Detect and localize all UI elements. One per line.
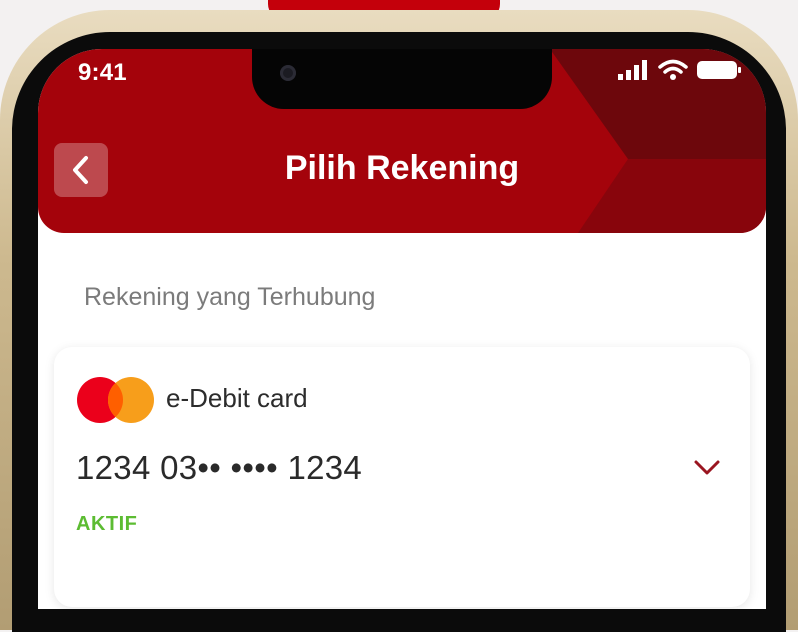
phone-notch [252,49,552,109]
wifi-icon [658,59,688,80]
status-badge: AKTIF [76,513,138,535]
section-label: Rekening yang Terhubung [84,283,376,311]
page-title: Pilih Rekening [284,149,520,187]
card-number: 1234 03•• •••• 1234 [76,449,363,486]
battery-icon [697,61,741,79]
status-time: 9:41 [78,59,127,86]
signal-icon [618,60,647,80]
account-card[interactable]: e-Debit card 1234 03•• •••• 1234 AKTIF [54,347,750,607]
camera-icon [280,65,296,81]
chevron-down-icon[interactable] [692,457,722,479]
mastercard-logo [77,377,154,423]
card-type: e-Debit card [166,383,308,413]
status-icons [616,59,742,81]
phone-screen: 9:41 Pilih Rekening Rekening yang Terhub… [38,49,766,609]
